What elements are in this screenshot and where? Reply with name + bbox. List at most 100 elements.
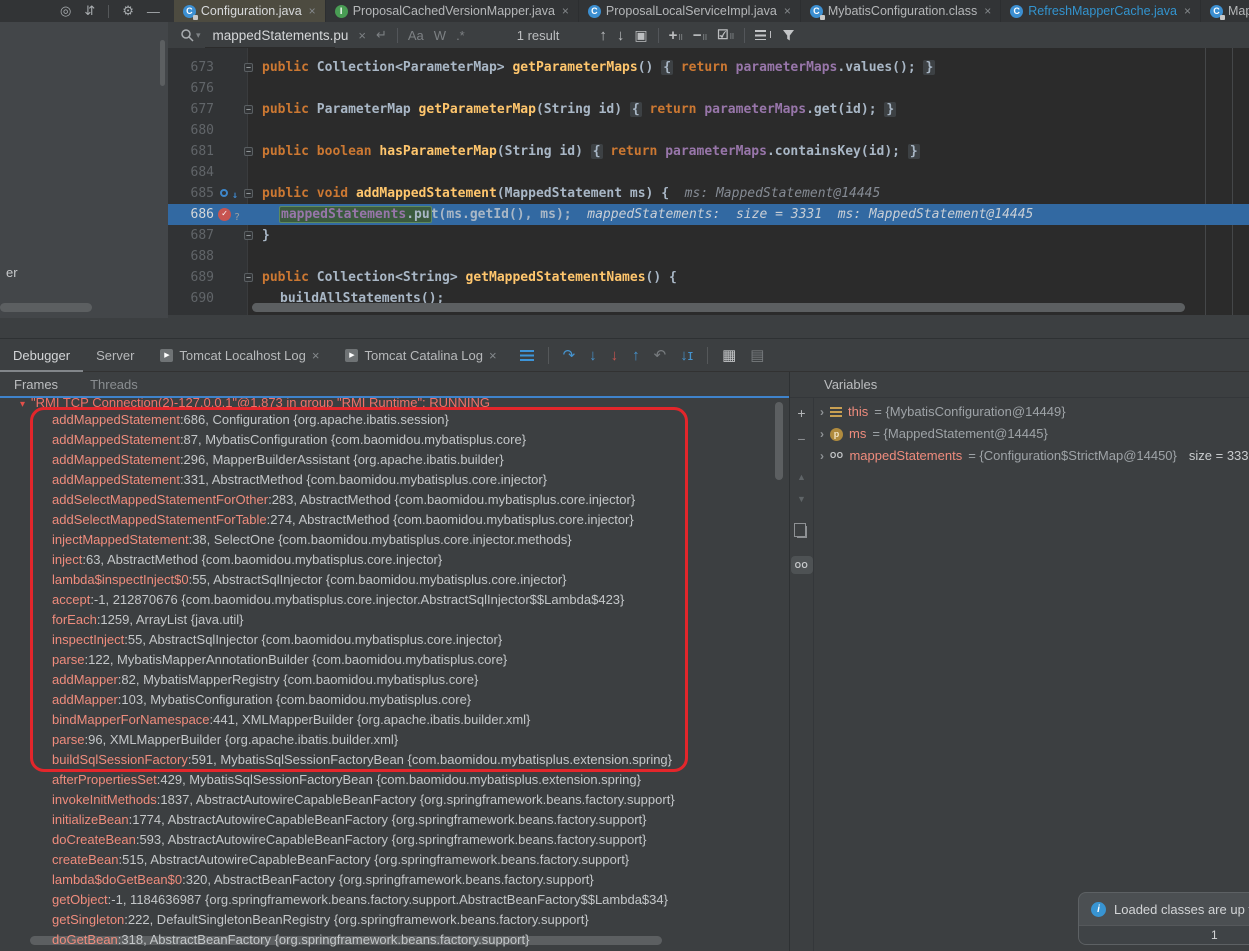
- layout-settings-icon[interactable]: ▤: [750, 346, 764, 364]
- clear-search-icon[interactable]: ×: [358, 28, 366, 43]
- step-into-icon[interactable]: ↓: [589, 347, 597, 364]
- debug-menu-icon[interactable]: [520, 350, 534, 361]
- line-number: 677: [168, 99, 214, 120]
- variables-toolbar: + − ▲ ▼ OO: [790, 398, 814, 951]
- show-watches-icon[interactable]: OO: [791, 556, 813, 574]
- stack-frame[interactable]: getObject:-1, 1184636987 {org.springfram…: [52, 890, 668, 910]
- search-icon: [180, 28, 194, 42]
- close-icon[interactable]: ×: [489, 348, 497, 363]
- expand-chevron-icon[interactable]: ›: [820, 424, 824, 444]
- step-out-icon[interactable]: ↑: [632, 347, 640, 364]
- remove-watch-icon[interactable]: −: [797, 432, 805, 446]
- move-down-icon[interactable]: ▼: [797, 494, 806, 504]
- add-occurrence-icon[interactable]: +II: [669, 27, 683, 44]
- search-history-caret-icon[interactable]: ▾: [196, 30, 201, 41]
- debugger-tab[interactable]: ▶Tomcat Catalina Log×: [332, 339, 509, 372]
- search-input[interactable]: mappedStatements.pu: [213, 28, 349, 43]
- override-marker-icon[interactable]: [220, 189, 228, 197]
- stack-frame[interactable]: invokeInitMethods:1837, AbstractAutowire…: [52, 790, 675, 810]
- variable-row[interactable]: ›OOmappedStatements= {Configuration$Stri…: [820, 446, 1249, 466]
- stack-frame[interactable]: afterPropertiesSet:429, MybatisSqlSessio…: [52, 770, 641, 790]
- select-all-occurrences-icon[interactable]: ▣: [634, 27, 647, 44]
- target-icon[interactable]: ◎: [60, 3, 71, 19]
- regex-icon[interactable]: .*: [456, 28, 465, 43]
- left-panel-vertical-scrollbar[interactable]: [160, 40, 165, 86]
- run-to-cursor-icon[interactable]: ↓ɪ: [680, 347, 693, 364]
- close-icon[interactable]: ×: [784, 4, 791, 18]
- stack-frame[interactable]: doCreateBean:593, AbstractAutowireCapabl…: [52, 830, 647, 850]
- close-icon[interactable]: ×: [312, 348, 320, 363]
- drop-frame-icon[interactable]: ↶: [654, 346, 667, 364]
- line-number: 687: [168, 225, 214, 246]
- fold-marker-icon[interactable]: −: [244, 273, 253, 282]
- fold-marker-icon[interactable]: −: [244, 189, 253, 198]
- previous-occurrence-icon[interactable]: ↑: [599, 27, 607, 44]
- parameter-icon: p: [830, 428, 843, 441]
- code-text: public Collection<String> getMappedState…: [262, 267, 677, 288]
- editor-tab[interactable]: IProposalCachedVersionMapper.java×: [326, 0, 579, 22]
- expand-chevron-icon[interactable]: ›: [820, 446, 824, 466]
- fold-marker-icon[interactable]: −: [244, 63, 253, 72]
- evaluate-expression-icon[interactable]: ▦: [722, 346, 736, 364]
- move-up-icon[interactable]: ▲: [797, 472, 806, 482]
- newline-icon[interactable]: ↵: [376, 27, 387, 43]
- gear-icon[interactable]: ⚙: [122, 3, 134, 19]
- close-icon[interactable]: ×: [562, 4, 569, 18]
- force-step-into-icon[interactable]: ↓: [611, 347, 619, 364]
- stack-frame[interactable]: doGetBean:318, AbstractBeanFactory {org.…: [52, 930, 529, 950]
- close-icon[interactable]: ×: [309, 4, 316, 18]
- top-strip: ◎ ⇵ ⚙ — CConfiguration.java×IProposalCac…: [0, 0, 1249, 22]
- debugger-tab-bar: DebuggerServer▶Tomcat Localhost Log×▶Tom…: [0, 338, 1249, 372]
- variable-row[interactable]: ›pms= {MappedStatement@14445}: [820, 424, 1048, 444]
- editor-tab[interactable]: CRefreshMapperCache.java×: [1001, 0, 1201, 22]
- tool-window-header-icons: ◎ ⇵ ⚙ —: [0, 3, 160, 19]
- duplicate-icon[interactable]: [797, 526, 807, 538]
- multiline-search-icon[interactable]: I: [755, 30, 772, 41]
- editor-tab[interactable]: CConfiguration.java×: [174, 0, 326, 22]
- editor-tab[interactable]: CProposalLocalServiceImpl.java×: [579, 0, 801, 22]
- match-case-icon[interactable]: Aa: [408, 28, 424, 43]
- expand-chevron-icon[interactable]: ›: [820, 402, 824, 422]
- check-occurrences-icon[interactable]: ☑II: [717, 27, 734, 43]
- remove-occurrence-icon[interactable]: −II: [693, 27, 707, 44]
- stack-frame[interactable]: initializeBean:1774, AbstractAutowireCap…: [52, 810, 646, 830]
- debugger-tab[interactable]: Debugger: [0, 339, 83, 372]
- code-editor[interactable]: 673−public Collection<ParameterMap> getP…: [168, 48, 1249, 315]
- notification-balloon[interactable]: i Loaded classes are up t 1: [1078, 892, 1249, 945]
- close-icon[interactable]: ×: [1184, 4, 1191, 18]
- annotation-rectangle: [30, 407, 688, 772]
- debugger-tab[interactable]: Server: [83, 339, 147, 372]
- variable-row[interactable]: ›this= {MybatisConfiguration@14449}: [820, 402, 1066, 422]
- find-bar: ▾ mappedStatements.pu × ↵ Aa W .* 1 resu…: [168, 22, 1249, 48]
- fold-marker-icon[interactable]: −: [244, 231, 253, 240]
- fold-marker-icon[interactable]: −: [244, 147, 253, 156]
- fold-marker-icon[interactable]: −: [244, 105, 253, 114]
- editor-tab[interactable]: CMybatisConfiguration.class×: [801, 0, 1001, 22]
- filter-icon[interactable]: [782, 29, 795, 42]
- add-watch-icon[interactable]: +: [797, 406, 805, 420]
- editor-horizontal-scrollbar[interactable]: [252, 303, 1185, 312]
- tab-threads[interactable]: Threads: [90, 377, 138, 392]
- next-occurrence-icon[interactable]: ↓: [617, 27, 625, 44]
- left-tool-panel: er: [0, 22, 168, 318]
- minimize-icon[interactable]: —: [147, 4, 160, 19]
- frame-method: lambda$doGetBean$0: [52, 872, 182, 887]
- debugger-tab[interactable]: ▶Tomcat Localhost Log×: [147, 339, 332, 372]
- watch-icon: OO: [830, 446, 843, 466]
- breakpoint-icon[interactable]: ✓: [218, 208, 231, 221]
- interface-icon: I: [335, 5, 348, 18]
- tab-frames[interactable]: Frames: [14, 377, 58, 392]
- close-icon[interactable]: ×: [984, 4, 991, 18]
- stack-frame[interactable]: lambda$doGetBean$0:320, AbstractBeanFact…: [52, 870, 594, 890]
- step-over-icon[interactable]: ↷: [563, 346, 576, 364]
- stack-frame[interactable]: getSingleton:222, DefaultSingletonBeanRe…: [52, 910, 589, 930]
- stack-frame[interactable]: createBean:515, AbstractAutowireCapableB…: [52, 850, 629, 870]
- whole-words-icon[interactable]: W: [434, 28, 446, 43]
- left-panel-horizontal-scrollbar[interactable]: [0, 303, 92, 312]
- thread-dropdown-icon[interactable]: ▾: [20, 399, 25, 410]
- notification-text: Loaded classes are up t: [1114, 902, 1249, 917]
- splitter-icon[interactable]: ⇵: [84, 3, 95, 19]
- tab-label: MapperMethod.java: [1228, 4, 1249, 18]
- frames-vertical-scrollbar[interactable]: [775, 402, 783, 480]
- editor-tab[interactable]: CMapperMethod.java×: [1201, 0, 1249, 22]
